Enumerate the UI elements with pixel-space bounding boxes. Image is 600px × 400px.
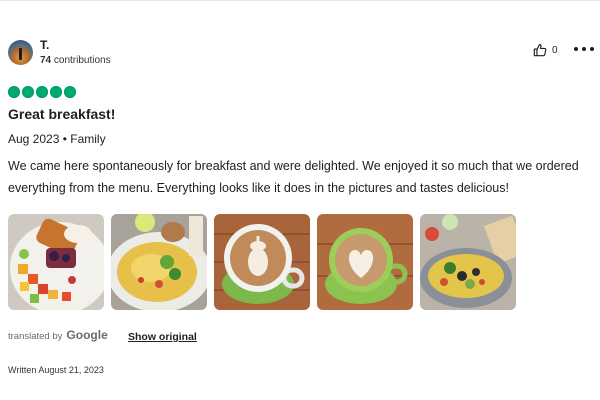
review-card: T. 74 contributions 0 Great breakfast! A… (0, 0, 600, 400)
rating-bubble-icon (8, 86, 20, 98)
review-text: We came here spontaneously for breakfast… (8, 159, 579, 195)
rating-bubble-icon (22, 86, 34, 98)
contributions-count: 74 (40, 55, 52, 66)
review-photo[interactable] (214, 214, 310, 310)
rating-bubble-icon (50, 86, 62, 98)
more-options-button[interactable] (574, 40, 594, 58)
rating-bubbles (8, 86, 76, 98)
translated-by-label: translated by (8, 331, 63, 342)
more-options-icon (574, 47, 578, 51)
google-logo: Google (66, 328, 108, 342)
review-photo[interactable] (8, 214, 104, 310)
helpful-vote-button[interactable]: 0 (533, 42, 558, 58)
written-date: Written August 21, 2023 (8, 365, 104, 375)
review-photo[interactable] (111, 214, 207, 310)
review-meta: Aug 2023 • Family (8, 132, 106, 146)
helpful-count: 0 (552, 44, 558, 56)
contributions-label: contributions (53, 55, 111, 66)
review-photo[interactable] (317, 214, 413, 310)
translation-attribution: translated by Google (8, 328, 108, 342)
review-title[interactable]: Great breakfast! (8, 106, 115, 122)
thumbs-up-icon (533, 43, 547, 57)
review-photos (8, 214, 516, 310)
rating-bubble-icon (36, 86, 48, 98)
review-photo[interactable] (420, 214, 516, 310)
reviewer-avatar[interactable] (8, 40, 33, 65)
reviewer-contributions: 74 contributions (40, 55, 111, 66)
rating-bubble-icon (64, 86, 76, 98)
show-original-link[interactable]: Show original (128, 331, 197, 343)
reviewer-name[interactable]: T. (40, 38, 49, 52)
